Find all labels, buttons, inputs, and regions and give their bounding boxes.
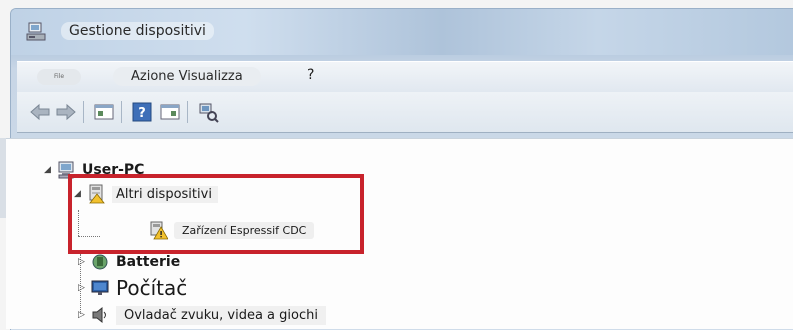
tree-label-pocitac: Počítač: [116, 276, 188, 300]
toolbar: ?: [17, 92, 793, 133]
tree-label-batterie: Batterie: [116, 254, 181, 270]
window-title: Gestione dispositivi: [61, 22, 214, 40]
highlight-box: [68, 174, 364, 254]
collapse-arrow-icon[interactable]: ◢: [44, 165, 56, 175]
back-arrow-icon[interactable]: [29, 101, 51, 123]
title-bar[interactable]: Gestione dispositivi: [11, 9, 793, 55]
expand-arrow-icon[interactable]: ▷: [78, 310, 90, 320]
tree-node-audio[interactable]: ▷ Ovladač zvuku, videa a giochi: [78, 305, 326, 325]
forward-arrow-icon[interactable]: [55, 101, 77, 123]
expand-arrow-icon[interactable]: ▷: [78, 283, 90, 293]
tree-node-pocitac[interactable]: ▷ Počítač: [78, 276, 187, 300]
menu-azione-visualizza[interactable]: Azione Visualizza: [113, 67, 261, 86]
menu-bar: File Azione Visualizza ?: [17, 61, 793, 93]
device-manager-icon: [26, 22, 46, 41]
speaker-icon: [92, 306, 106, 324]
tree-label-audio: Ovladač zvuku, videa a giochi: [116, 305, 326, 325]
battery-icon: [92, 254, 108, 270]
menu-help[interactable]: ?: [307, 67, 314, 83]
expand-arrow-icon[interactable]: ▷: [78, 257, 90, 267]
properties-icon[interactable]: [93, 101, 115, 123]
monitor-icon: [91, 280, 109, 295]
show-hide-pane-icon[interactable]: [159, 101, 181, 123]
menu-file[interactable]: File: [37, 69, 81, 85]
toolbar-separator: [121, 101, 122, 123]
toolbar-separator: [83, 101, 84, 123]
toolbar-separator: [187, 101, 188, 123]
tree-node-batterie[interactable]: ▷ Batterie: [78, 252, 180, 272]
scan-hardware-icon[interactable]: [197, 101, 219, 123]
svg-text:?: ?: [138, 106, 146, 121]
help-icon[interactable]: ?: [131, 101, 153, 123]
